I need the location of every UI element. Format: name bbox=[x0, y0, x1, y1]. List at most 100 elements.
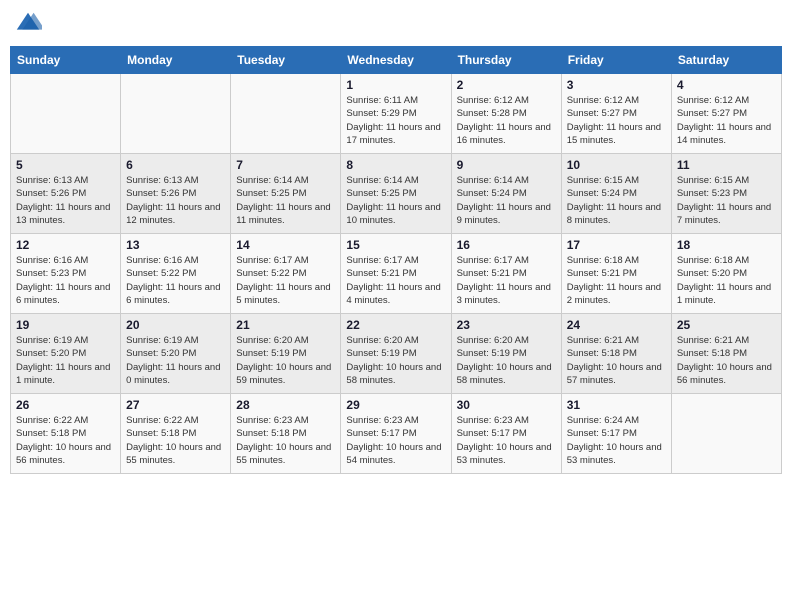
cell-day-number: 6 bbox=[126, 158, 225, 172]
calendar-cell: 11 Sunrise: 6:15 AMSunset: 5:23 PMDayligh… bbox=[671, 154, 781, 234]
cell-day-number: 18 bbox=[677, 238, 776, 252]
calendar-cell: 23 Sunrise: 6:20 AMSunset: 5:19 PMDayligh… bbox=[451, 314, 561, 394]
cell-day-number: 24 bbox=[567, 318, 666, 332]
cell-day-number: 27 bbox=[126, 398, 225, 412]
cell-info: Sunrise: 6:14 AMSunset: 5:25 PMDaylight:… bbox=[346, 174, 445, 227]
cell-day-number: 16 bbox=[457, 238, 556, 252]
cell-day-number: 17 bbox=[567, 238, 666, 252]
calendar-cell: 9 Sunrise: 6:14 AMSunset: 5:24 PMDaylight… bbox=[451, 154, 561, 234]
cell-info: Sunrise: 6:17 AMSunset: 5:21 PMDaylight:… bbox=[457, 254, 556, 307]
calendar-cell: 13 Sunrise: 6:16 AMSunset: 5:22 PMDayligh… bbox=[121, 234, 231, 314]
cell-day-number: 14 bbox=[236, 238, 335, 252]
calendar-cell: 14 Sunrise: 6:17 AMSunset: 5:22 PMDayligh… bbox=[231, 234, 341, 314]
cell-day-number: 11 bbox=[677, 158, 776, 172]
cell-day-number: 13 bbox=[126, 238, 225, 252]
cell-info: Sunrise: 6:13 AMSunset: 5:26 PMDaylight:… bbox=[16, 174, 115, 227]
calendar-cell: 10 Sunrise: 6:15 AMSunset: 5:24 PMDayligh… bbox=[561, 154, 671, 234]
cell-day-number: 23 bbox=[457, 318, 556, 332]
cell-info: Sunrise: 6:17 AMSunset: 5:21 PMDaylight:… bbox=[346, 254, 445, 307]
cell-day-number: 8 bbox=[346, 158, 445, 172]
calendar-cell: 18 Sunrise: 6:18 AMSunset: 5:20 PMDayligh… bbox=[671, 234, 781, 314]
cell-day-number: 5 bbox=[16, 158, 115, 172]
cell-day-number: 4 bbox=[677, 78, 776, 92]
calendar-cell: 21 Sunrise: 6:20 AMSunset: 5:19 PMDayligh… bbox=[231, 314, 341, 394]
cell-day-number: 21 bbox=[236, 318, 335, 332]
calendar-cell bbox=[121, 74, 231, 154]
calendar-cell: 7 Sunrise: 6:14 AMSunset: 5:25 PMDaylight… bbox=[231, 154, 341, 234]
cell-day-number: 10 bbox=[567, 158, 666, 172]
cell-day-number: 22 bbox=[346, 318, 445, 332]
calendar-cell: 6 Sunrise: 6:13 AMSunset: 5:26 PMDaylight… bbox=[121, 154, 231, 234]
cell-day-number: 25 bbox=[677, 318, 776, 332]
cell-info: Sunrise: 6:20 AMSunset: 5:19 PMDaylight:… bbox=[457, 334, 556, 387]
cell-info: Sunrise: 6:23 AMSunset: 5:17 PMDaylight:… bbox=[457, 414, 556, 467]
calendar-cell: 4Sunrise: 6:12 AMSunset: 5:27 PMDaylight… bbox=[671, 74, 781, 154]
calendar-cell: 30 Sunrise: 6:23 AMSunset: 5:17 PMDayligh… bbox=[451, 394, 561, 474]
cell-info: Sunrise: 6:11 AMSunset: 5:29 PMDaylight:… bbox=[346, 94, 445, 147]
cell-info: Sunrise: 6:22 AMSunset: 5:18 PMDaylight:… bbox=[126, 414, 225, 467]
calendar-cell: 24 Sunrise: 6:21 AMSunset: 5:18 PMDayligh… bbox=[561, 314, 671, 394]
cell-info: Sunrise: 6:23 AMSunset: 5:17 PMDaylight:… bbox=[346, 414, 445, 467]
cell-info: Sunrise: 6:24 AMSunset: 5:17 PMDaylight:… bbox=[567, 414, 666, 467]
calendar-cell: 19 Sunrise: 6:19 AMSunset: 5:20 PMDayligh… bbox=[11, 314, 121, 394]
calendar-cell: 22 Sunrise: 6:20 AMSunset: 5:19 PMDayligh… bbox=[341, 314, 451, 394]
cell-info: Sunrise: 6:14 AMSunset: 5:25 PMDaylight:… bbox=[236, 174, 335, 227]
cell-info: Sunrise: 6:15 AMSunset: 5:24 PMDaylight:… bbox=[567, 174, 666, 227]
cell-info: Sunrise: 6:12 AMSunset: 5:28 PMDaylight:… bbox=[457, 94, 556, 147]
cell-day-number: 15 bbox=[346, 238, 445, 252]
cell-info: Sunrise: 6:15 AMSunset: 5:23 PMDaylight:… bbox=[677, 174, 776, 227]
cell-day-number: 3 bbox=[567, 78, 666, 92]
cell-info: Sunrise: 6:19 AMSunset: 5:20 PMDaylight:… bbox=[16, 334, 115, 387]
cell-day-number: 26 bbox=[16, 398, 115, 412]
cell-day-number: 12 bbox=[16, 238, 115, 252]
cell-day-number: 9 bbox=[457, 158, 556, 172]
calendar-cell: 17 Sunrise: 6:18 AMSunset: 5:21 PMDayligh… bbox=[561, 234, 671, 314]
calendar-cell bbox=[231, 74, 341, 154]
calendar-cell: 29 Sunrise: 6:23 AMSunset: 5:17 PMDayligh… bbox=[341, 394, 451, 474]
weekday-header-sunday: Sunday bbox=[11, 47, 121, 74]
cell-info: Sunrise: 6:13 AMSunset: 5:26 PMDaylight:… bbox=[126, 174, 225, 227]
cell-info: Sunrise: 6:16 AMSunset: 5:22 PMDaylight:… bbox=[126, 254, 225, 307]
cell-info: Sunrise: 6:18 AMSunset: 5:20 PMDaylight:… bbox=[677, 254, 776, 307]
cell-day-number: 30 bbox=[457, 398, 556, 412]
cell-info: Sunrise: 6:17 AMSunset: 5:22 PMDaylight:… bbox=[236, 254, 335, 307]
cell-day-number: 31 bbox=[567, 398, 666, 412]
cell-day-number: 29 bbox=[346, 398, 445, 412]
cell-info: Sunrise: 6:22 AMSunset: 5:18 PMDaylight:… bbox=[16, 414, 115, 467]
cell-day-number: 2 bbox=[457, 78, 556, 92]
cell-day-number: 19 bbox=[16, 318, 115, 332]
calendar-cell: 20Sunrise: 6:19 AMSunset: 5:20 PMDayligh… bbox=[121, 314, 231, 394]
calendar-cell: 25 Sunrise: 6:21 AMSunset: 5:18 PMDayligh… bbox=[671, 314, 781, 394]
calendar-cell: 26 Sunrise: 6:22 AMSunset: 5:18 PMDayligh… bbox=[11, 394, 121, 474]
cell-info: Sunrise: 6:21 AMSunset: 5:18 PMDaylight:… bbox=[567, 334, 666, 387]
calendar-cell: 3 Sunrise: 6:12 AMSunset: 5:27 PMDaylight… bbox=[561, 74, 671, 154]
calendar-cell bbox=[671, 394, 781, 474]
weekday-header-wednesday: Wednesday bbox=[341, 47, 451, 74]
cell-info: Sunrise: 6:20 AMSunset: 5:19 PMDaylight:… bbox=[346, 334, 445, 387]
logo bbox=[14, 10, 44, 38]
calendar-cell: 15 Sunrise: 6:17 AMSunset: 5:21 PMDayligh… bbox=[341, 234, 451, 314]
calendar-cell: 12Sunrise: 6:16 AMSunset: 5:23 PMDayligh… bbox=[11, 234, 121, 314]
cell-info: Sunrise: 6:12 AMSunset: 5:27 PMDaylight:… bbox=[567, 94, 666, 147]
cell-day-number: 20 bbox=[126, 318, 225, 332]
calendar-cell: 31 Sunrise: 6:24 AMSunset: 5:17 PMDayligh… bbox=[561, 394, 671, 474]
calendar-cell: 27 Sunrise: 6:22 AMSunset: 5:18 PMDayligh… bbox=[121, 394, 231, 474]
cell-day-number: 28 bbox=[236, 398, 335, 412]
cell-day-number: 7 bbox=[236, 158, 335, 172]
weekday-header-saturday: Saturday bbox=[671, 47, 781, 74]
cell-info: Sunrise: 6:20 AMSunset: 5:19 PMDaylight:… bbox=[236, 334, 335, 387]
weekday-header-thursday: Thursday bbox=[451, 47, 561, 74]
weekday-header-tuesday: Tuesday bbox=[231, 47, 341, 74]
calendar-cell: 28 Sunrise: 6:23 AMSunset: 5:18 PMDayligh… bbox=[231, 394, 341, 474]
cell-day-number: 1 bbox=[346, 78, 445, 92]
calendar-cell: 5 Sunrise: 6:13 AMSunset: 5:26 PMDaylight… bbox=[11, 154, 121, 234]
page-header bbox=[10, 10, 782, 38]
calendar-cell: 1 Sunrise: 6:11 AMSunset: 5:29 PMDaylight… bbox=[341, 74, 451, 154]
cell-info: Sunrise: 6:18 AMSunset: 5:21 PMDaylight:… bbox=[567, 254, 666, 307]
calendar-cell bbox=[11, 74, 121, 154]
cell-info: Sunrise: 6:14 AMSunset: 5:24 PMDaylight:… bbox=[457, 174, 556, 227]
cell-info: Sunrise: 6:21 AMSunset: 5:18 PMDaylight:… bbox=[677, 334, 776, 387]
weekday-header-monday: Monday bbox=[121, 47, 231, 74]
cell-info: Sunrise: 6:23 AMSunset: 5:18 PMDaylight:… bbox=[236, 414, 335, 467]
calendar-cell: 2 Sunrise: 6:12 AMSunset: 5:28 PMDaylight… bbox=[451, 74, 561, 154]
